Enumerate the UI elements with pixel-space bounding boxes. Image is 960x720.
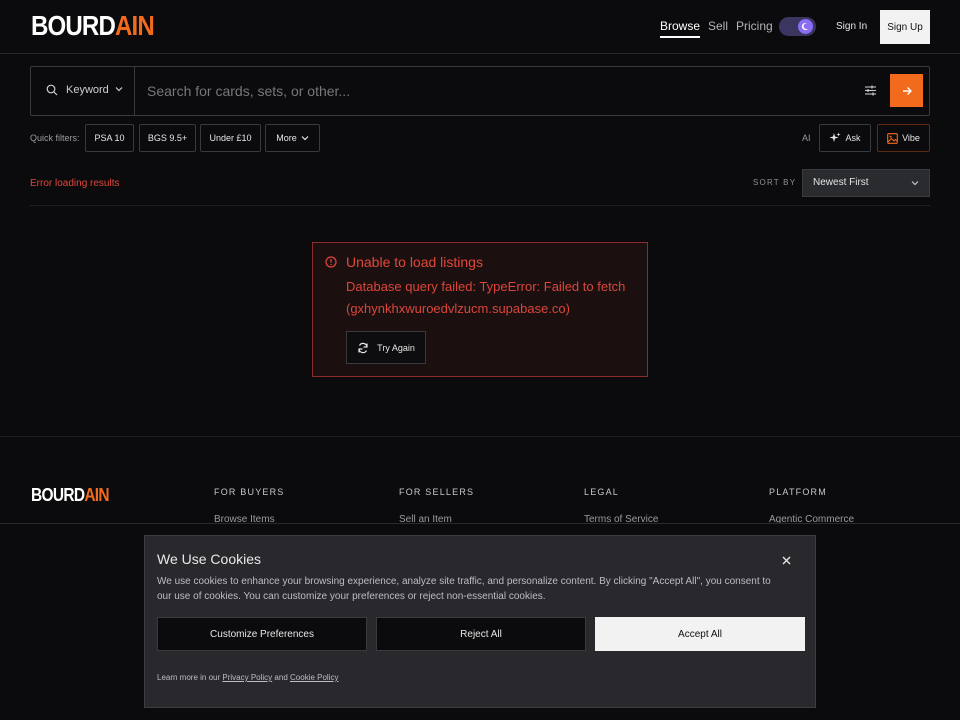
footer-heading-sellers: FOR SELLERS xyxy=(399,487,475,497)
sort-value: Newest First xyxy=(813,177,869,188)
vibe-search-button[interactable]: Vibe xyxy=(877,124,930,152)
quick-filter-under-10[interactable]: Under £10 xyxy=(200,124,261,152)
footer-logo[interactable]: BOURDAIN xyxy=(31,485,110,506)
ask-label: Ask xyxy=(845,133,861,143)
moon-icon xyxy=(798,19,813,34)
search-mode-label: Keyword xyxy=(66,84,109,96)
search-bar: Keyword xyxy=(30,66,930,116)
vibe-label: Vibe xyxy=(902,133,920,143)
search-submit-button[interactable] xyxy=(890,74,923,107)
quick-filter-psa10[interactable]: PSA 10 xyxy=(85,124,134,152)
theme-toggle[interactable] xyxy=(779,17,816,36)
quick-filter-bgs95[interactable]: BGS 9.5+ xyxy=(139,124,196,152)
footer-heading-legal: LEGAL xyxy=(584,487,620,497)
reject-all-button[interactable]: Reject All xyxy=(376,617,586,651)
sort-by-label: SORT BY xyxy=(753,178,797,187)
sort-select[interactable]: Newest First xyxy=(802,169,930,197)
search-input[interactable] xyxy=(147,79,847,103)
footer-heading-platform: PLATFORM xyxy=(769,487,827,497)
cookie-title: We Use Cookies xyxy=(157,551,262,567)
cookie-policy-link[interactable]: Cookie Policy xyxy=(290,673,338,682)
results-status: Error loading results xyxy=(30,178,120,189)
close-icon[interactable] xyxy=(782,556,791,565)
cookie-learn-more: Learn more in our Privacy Policy and Coo… xyxy=(157,673,339,682)
brand-logo[interactable]: BOURDAIN xyxy=(31,12,155,40)
quick-filter-more[interactable]: More xyxy=(265,124,320,152)
search-icon xyxy=(46,84,58,96)
nav-pricing[interactable]: Pricing xyxy=(736,19,773,33)
error-title: Unable to load listings xyxy=(346,254,483,270)
nav-browse[interactable]: Browse xyxy=(660,19,701,38)
sign-in-link[interactable]: Sign In xyxy=(836,21,867,32)
nav-sell[interactable]: Sell xyxy=(708,19,728,33)
more-label: More xyxy=(276,133,297,143)
chevron-down-icon xyxy=(911,181,919,186)
footer-heading-buyers: FOR BUYERS xyxy=(214,487,285,497)
try-again-button[interactable]: Try Again xyxy=(346,331,426,364)
customize-preferences-button[interactable]: Customize Preferences xyxy=(157,617,367,651)
chevron-down-icon xyxy=(301,136,309,141)
error-panel: Unable to load listings Database query f… xyxy=(312,242,648,377)
accept-all-button[interactable]: Accept All xyxy=(595,617,805,651)
footer-overlay-edge xyxy=(0,523,960,524)
cookie-banner: We Use Cookies We use cookies to enhance… xyxy=(144,535,816,708)
divider xyxy=(30,205,930,206)
arrow-right-icon xyxy=(902,86,912,95)
footer-divider xyxy=(0,436,960,437)
site-header: BOURDAIN Browse Sell Pricing Sign In Sig… xyxy=(0,0,960,54)
refresh-icon xyxy=(358,342,368,353)
cookie-description: We use cookies to enhance your browsing … xyxy=(157,576,771,602)
try-again-label: Try Again xyxy=(377,342,415,353)
chevron-down-icon xyxy=(115,87,123,92)
sparkles-icon xyxy=(829,132,841,142)
quick-filters-label: Quick filters: xyxy=(30,133,80,143)
filter-sliders-icon[interactable] xyxy=(864,84,877,97)
sign-up-button[interactable]: Sign Up xyxy=(880,10,930,44)
image-icon xyxy=(887,132,898,144)
alert-circle-icon xyxy=(325,256,337,268)
error-message: Database query failed: TypeError: Failed… xyxy=(346,279,626,316)
search-mode-select[interactable]: Keyword xyxy=(31,67,135,115)
ai-label: AI xyxy=(802,133,811,143)
privacy-policy-link[interactable]: Privacy Policy xyxy=(222,673,272,682)
ask-ai-button[interactable]: Ask xyxy=(819,124,871,152)
